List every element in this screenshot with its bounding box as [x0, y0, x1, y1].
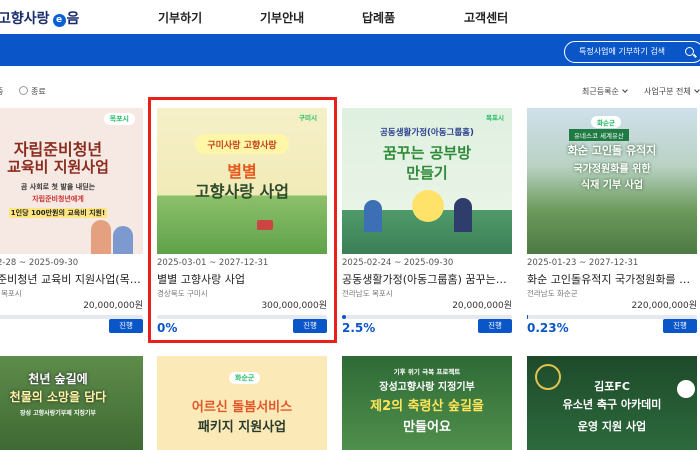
status-badge: 진행	[663, 319, 697, 333]
category-select[interactable]: 사업구분 전체	[644, 86, 700, 97]
thumb-line: 교육비 지원사업	[7, 158, 109, 176]
thumb-top-text: 곰 사회로 첫 발을 내딛는	[20, 183, 96, 191]
thumb-line: 화순 고인돌 유적지	[567, 144, 657, 157]
project-card[interactable]: 김포FC 유소년 축구 아카데미 운영 지원 사업	[527, 356, 697, 450]
category-label: 사업구분 전체	[644, 87, 691, 96]
thumb-line: 김포FC	[594, 380, 630, 393]
card-title: 준비청년 교육비 지원사업(목…	[0, 273, 141, 286]
logo-text: 고향사랑	[0, 11, 50, 27]
page: 고향사랑 e 음 기부하기 기부안내 답례품 고객센터 특정사업에 기부하기 검색 …	[0, 0, 700, 450]
filter-ongoing-label: 중	[0, 87, 3, 96]
nav-donate[interactable]: 기부하기	[158, 9, 202, 26]
progress-percent: 2.5%	[342, 321, 376, 335]
header: 고향사랑 e 음 기부하기 기부안내 답례품 고객센터	[0, 0, 700, 34]
thumb-sub-text: 장성 고향사랑기부제 지정기부	[20, 410, 96, 417]
radio-icon	[19, 86, 28, 95]
site-logo[interactable]: 고향사랑 e 음	[0, 8, 79, 28]
thumb-line: 국가정원화를 위한	[573, 164, 651, 175]
thumb-line: 식재 기부 사업	[580, 180, 644, 191]
progress-percent: 0.23%	[527, 321, 569, 335]
project-search-button[interactable]: 특정사업에 기부하기 검색	[564, 41, 700, 63]
filter-closed[interactable]: 종료	[19, 86, 46, 97]
card-date: 2025-02-24 ~ 2025-09-30	[342, 258, 454, 268]
card-badge: 목포시	[486, 114, 504, 122]
card-thumbnail: 목포시 공동생활가정(아동그룹홈) 꿈꾸는 공부방 만들기	[342, 108, 512, 254]
card-amount: 20,000,000원	[452, 301, 512, 311]
card-amount: 220,000,000원	[631, 301, 697, 311]
sort-label: 최근등록순	[582, 87, 619, 96]
filter-ongoing[interactable]: 중	[0, 86, 3, 97]
card-thumbnail: 화순군 유네스코 세계유산 화순 고인돌 유적지 국가정원화를 위한 식재 기부…	[527, 108, 697, 254]
logo-suffix: 음	[66, 11, 80, 27]
project-card[interactable]: 화순군 어르신 돌봄서비스 패키지 지원사업	[157, 356, 327, 450]
thumb-top-text: 기후 위기 극복 프로젝트	[393, 368, 461, 376]
thumb-line: 천년 숲길에	[28, 372, 88, 386]
project-search-label: 특정사업에 기부하기 검색	[579, 47, 666, 56]
thumb-line: 유소년 축구 아카데미	[562, 398, 662, 411]
illustration-icon	[364, 200, 382, 232]
nav-support[interactable]: 고객센터	[464, 9, 508, 26]
progress-fill	[342, 315, 347, 319]
selected-card-highlight	[148, 97, 337, 343]
status-badge: 진행	[109, 319, 143, 333]
card-thumbnail: 목포시 자립준비청년 교육비 지원사업 곰 사회로 첫 발을 내딛는 자립준비청…	[0, 108, 143, 254]
status-badge: 진행	[478, 319, 512, 333]
card-badge: 목포시	[103, 113, 135, 125]
thumb-sub-text: 자립준비청년에게	[32, 195, 84, 203]
thumb-line: 꿈꾸는 공부방	[382, 144, 472, 162]
thumb-top-text: 공동생활가정(아동그룹홈)	[380, 128, 474, 138]
thumb-line: 만들어요	[403, 420, 451, 435]
filter-closed-label: 종료	[31, 87, 46, 96]
nav-gifts[interactable]: 답례품	[362, 9, 395, 26]
thumb-caption: 1인당 100만원의 교육비 지원!	[9, 208, 107, 218]
illustration-icon	[91, 220, 111, 254]
logo-e-icon: e	[52, 14, 66, 27]
thumb-line: 운영 지원 사업	[577, 420, 647, 433]
search-icon	[685, 47, 694, 56]
card-title: 공동생활가정(아동그룹홈) 꿈꾸는…	[342, 273, 507, 286]
illustration-icon	[113, 226, 133, 254]
illustration-icon	[454, 198, 472, 232]
chevron-down-icon	[693, 87, 700, 93]
thumb-line: 천물의 소망을 담다	[9, 390, 107, 404]
lightbulb-icon	[412, 190, 444, 222]
thumb-line: 패키지 지원사업	[197, 420, 287, 435]
nav-guide[interactable]: 기부안내	[260, 9, 304, 26]
card-amount: 20,000,000원	[83, 301, 143, 311]
card-date: 2-28 ~ 2025-09-30	[0, 258, 79, 268]
thumb-line: 만들기	[406, 164, 448, 182]
thumb-line: 장성고향사랑 지정기부	[379, 382, 475, 393]
card-date: 2025-01-23 ~ 2027-12-31	[527, 258, 639, 268]
thumb-top-text: 유네스코 세계유산	[569, 129, 629, 141]
project-card[interactable]: 기후 위기 극복 프로젝트 장성고향사랑 지정기부 제2의 축령산 숲길을 만들…	[342, 356, 512, 450]
card-badge: 화순군	[591, 116, 621, 128]
project-card[interactable]: 천년 숲길에 천물의 소망을 담다 장성 고향사랑기부제 지정기부	[0, 356, 143, 450]
sort-select[interactable]: 최근등록순	[582, 86, 628, 97]
thumb-line: 어르신 돌봄서비스	[191, 400, 293, 415]
thumb-line: 제2의 축령산 숲길을	[370, 399, 484, 414]
card-badge: 화순군	[229, 372, 261, 384]
card-title: 화순 고인돌유적지 국가정원화를 …	[527, 273, 691, 286]
chevron-down-icon	[621, 87, 628, 93]
